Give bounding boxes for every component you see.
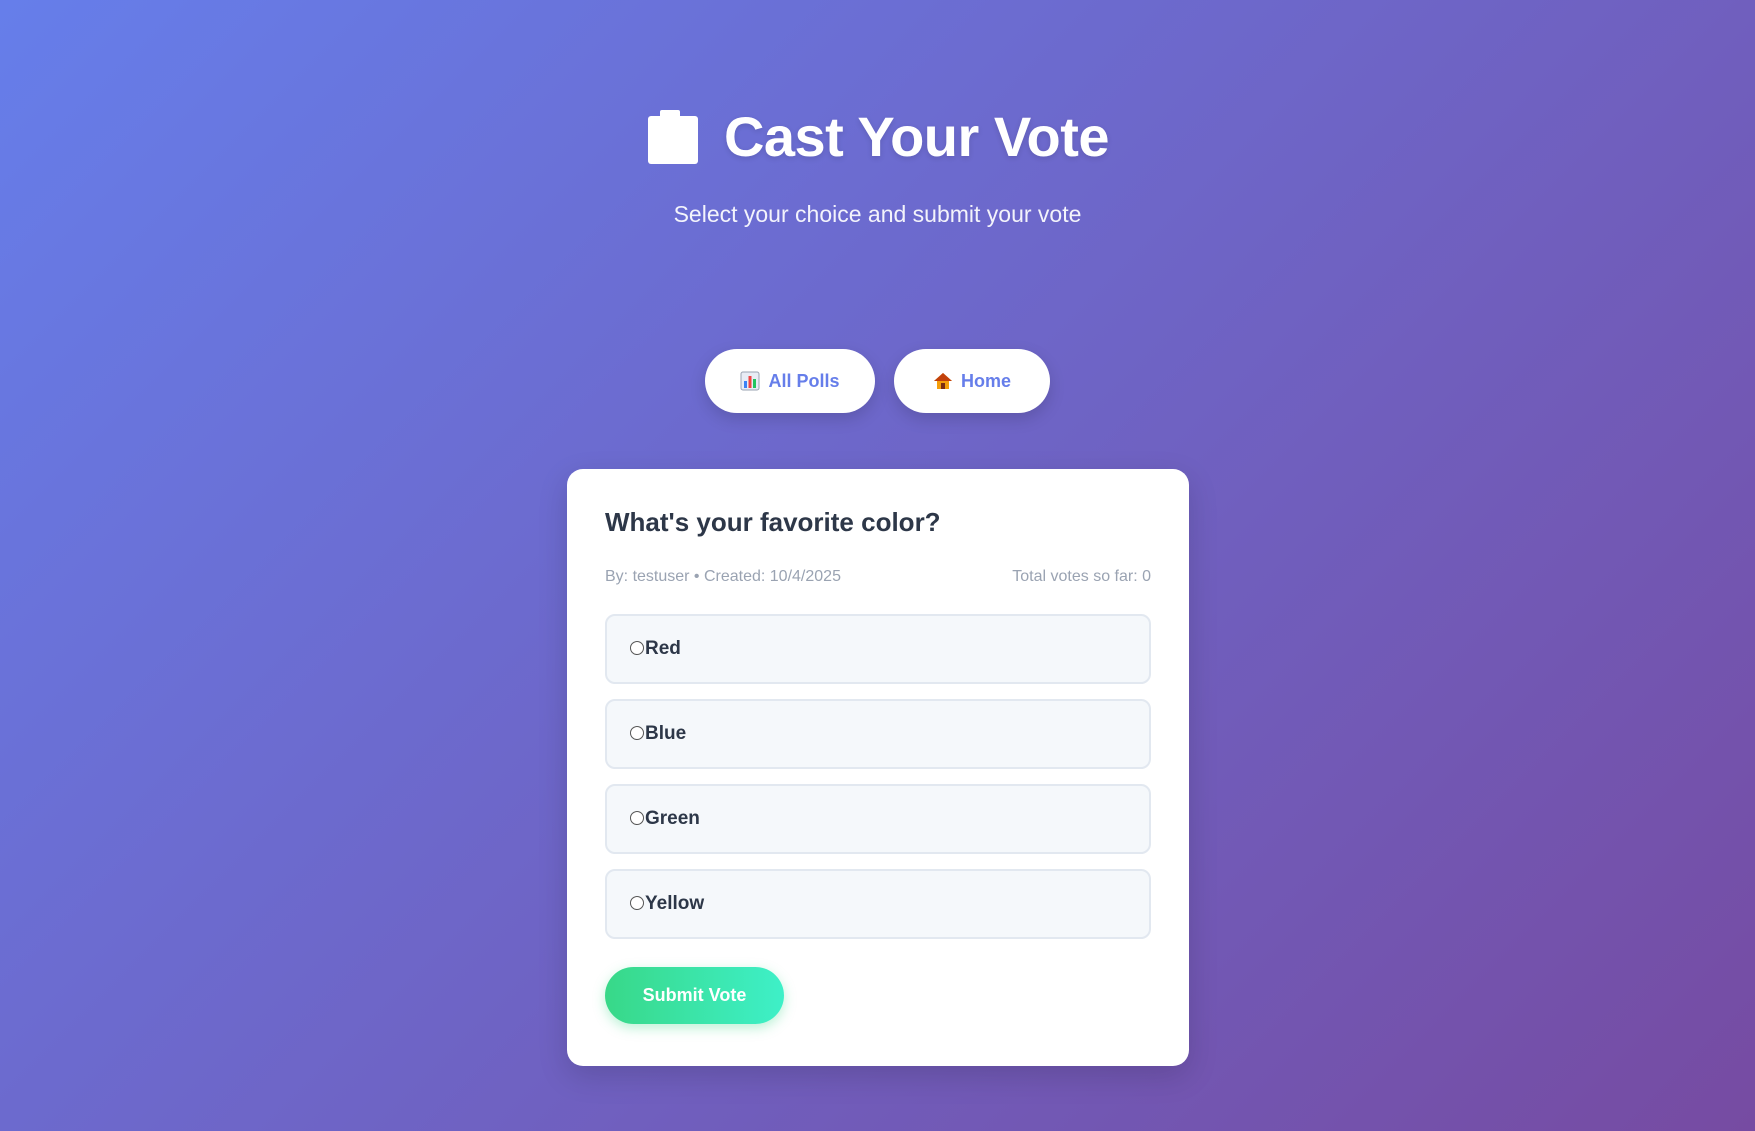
poll-options: Red Blue Green Yellow — [605, 614, 1151, 939]
option-label: Green — [645, 808, 700, 829]
home-label: Home — [960, 370, 1011, 391]
all-polls-label: All Polls — [768, 370, 840, 391]
option-yellow[interactable]: Yellow — [605, 869, 1151, 939]
poll-meta: By: testuser • Created: 10/4/2025 Total … — [605, 568, 1151, 586]
clipboard-icon — [646, 109, 700, 164]
title-row: Cast Your Vote — [646, 104, 1110, 169]
radio-button[interactable] — [630, 726, 644, 740]
poll-question: What's your favorite color? — [605, 507, 941, 537]
page-subtitle: Select your choice and submit your vote — [673, 201, 1082, 227]
home-button[interactable]: Home — [894, 349, 1050, 413]
bar-chart-icon — [740, 371, 760, 391]
option-blue[interactable]: Blue — [605, 699, 1151, 769]
radio-button[interactable] — [630, 641, 644, 655]
radio-button[interactable] — [630, 811, 644, 825]
all-polls-button[interactable]: All Polls — [705, 349, 875, 413]
option-label: Blue — [645, 723, 687, 744]
poll-card: What's your favorite color? By: testuser… — [567, 469, 1189, 1066]
option-green[interactable]: Green — [605, 784, 1151, 854]
submit-vote-button[interactable]: Submit Vote — [605, 967, 784, 1024]
option-label: Red — [645, 638, 681, 659]
total-votes: Total votes so far: 0 — [1012, 568, 1151, 585]
house-icon — [933, 371, 953, 391]
nav-bar: All Polls Home — [0, 349, 1755, 413]
page-title: Cast Your Vote — [723, 105, 1110, 168]
page-header: Cast Your Vote Select your choice and su… — [0, 104, 1755, 228]
option-red[interactable]: Red — [605, 614, 1151, 684]
option-label: Yellow — [645, 893, 705, 914]
radio-button[interactable] — [630, 896, 644, 910]
poll-author-date: By: testuser • Created: 10/4/2025 — [605, 568, 841, 585]
